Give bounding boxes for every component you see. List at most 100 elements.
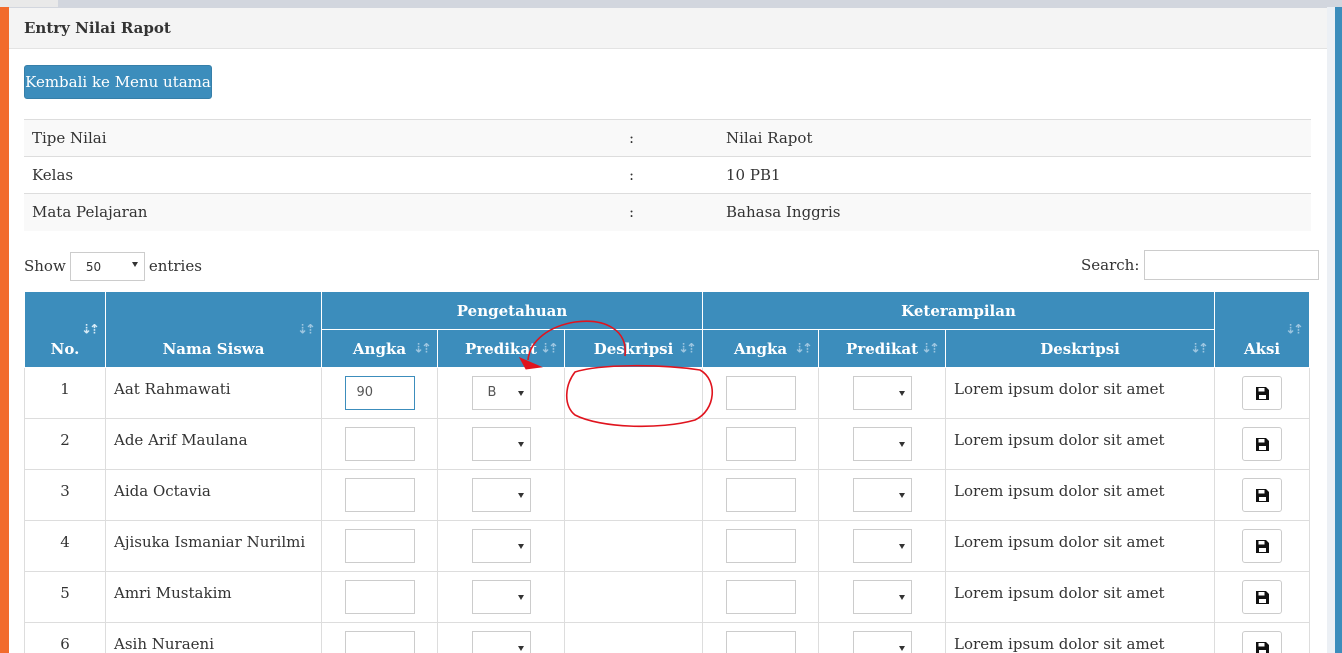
cell-p-angka <box>321 622 438 653</box>
keterampilan-angka-input[interactable] <box>725 529 796 563</box>
keterampilan-predikat-select[interactable] <box>852 631 912 653</box>
pengetahuan-predikat-select[interactable]: B <box>471 376 531 410</box>
cell-k-predikat <box>818 520 947 572</box>
entries-select[interactable]: 50 <box>69 251 145 281</box>
cell-p-predikat <box>437 571 565 623</box>
floppy-disk-icon <box>1255 386 1269 400</box>
box-header: Entry Nilai Rapot <box>9 8 1327 49</box>
student-name: Aida Octavia <box>105 469 322 521</box>
col-header-no-label: No. <box>50 339 80 358</box>
cell-k-angka <box>702 622 820 653</box>
cell-p-predikat <box>437 622 565 653</box>
col-header-aksi[interactable]: Aksi ⇣⇡ <box>1214 291 1311 368</box>
keterampilan-predikat-select[interactable] <box>852 529 912 563</box>
pengetahuan-predikat-select[interactable] <box>471 631 531 653</box>
pengetahuan-predikat-select[interactable] <box>471 427 531 461</box>
keterampilan-angka-input[interactable] <box>725 478 796 512</box>
row-number: 2 <box>24 418 106 470</box>
keterampilan-predikat-select[interactable] <box>852 376 912 410</box>
table-row: 5 Amri Mustakim Lorem ipsum dolor sit amet <box>24 571 1311 623</box>
cell-k-angka <box>702 571 820 623</box>
keterampilan-predikat-select[interactable] <box>852 427 912 461</box>
scrollbar[interactable] <box>1327 7 1342 653</box>
browser-top-strip <box>0 0 1342 7</box>
pengetahuan-angka-input[interactable] <box>344 580 415 614</box>
row-number: 5 <box>24 571 106 623</box>
save-button[interactable] <box>1242 427 1283 461</box>
keterampilan-predikat-select[interactable] <box>852 478 912 512</box>
save-button[interactable] <box>1242 529 1283 563</box>
keterampilan-angka-input[interactable] <box>725 376 796 410</box>
col-header-aksi-label: Aksi <box>1243 339 1281 358</box>
chevron-down-icon <box>517 544 524 549</box>
col-header-label: Predikat <box>465 339 537 358</box>
col-header-k-angka[interactable]: Angka ⇣⇡ <box>702 329 820 368</box>
save-button[interactable] <box>1242 376 1283 410</box>
keterampilan-deskripsi: Lorem ipsum dolor sit amet <box>945 469 1216 521</box>
pengetahuan-deskripsi <box>563 571 704 623</box>
keterampilan-angka-input[interactable] <box>725 580 796 614</box>
col-header-p-predikat[interactable]: Predikat ⇣⇡ <box>437 329 565 368</box>
col-header-nama[interactable]: Nama Siswa ⇣⇡ <box>105 291 322 368</box>
floppy-disk-icon <box>1255 590 1269 604</box>
pengetahuan-predikat-select[interactable] <box>471 478 531 512</box>
pengetahuan-deskripsi <box>563 469 704 521</box>
sort-icon: ⇣⇡ <box>921 341 940 356</box>
entries-label: entries <box>148 257 202 275</box>
cell-p-angka <box>321 469 438 521</box>
col-header-p-deskripsi[interactable]: Deskripsi ⇣⇡ <box>563 329 704 368</box>
keterampilan-predikat-select[interactable] <box>852 580 912 614</box>
chevron-down-icon <box>898 442 905 447</box>
cell-aksi <box>1214 469 1311 521</box>
sort-icon: ⇣⇡ <box>297 322 316 337</box>
entries-value: 50 <box>85 259 102 274</box>
cell-k-predikat <box>818 469 947 521</box>
col-header-p-angka[interactable]: Angka ⇣⇡ <box>321 329 438 368</box>
save-button[interactable] <box>1242 631 1283 653</box>
col-header-no[interactable]: No. ⇣⇡ <box>24 291 106 368</box>
pengetahuan-angka-input[interactable]: 90 <box>344 376 415 410</box>
pengetahuan-angka-input[interactable] <box>344 427 415 461</box>
search-control: Search: <box>1081 250 1320 280</box>
info-value: 10 PB1 <box>718 156 1311 194</box>
pengetahuan-angka-input[interactable] <box>344 478 415 512</box>
info-row: Tipe Nilai: Nilai Rapot <box>24 119 1311 157</box>
cell-p-predikat <box>437 520 565 572</box>
sort-icon: ⇣⇡ <box>1190 341 1209 356</box>
col-header-k-deskripsi[interactable]: Deskripsi ⇣⇡ <box>945 329 1216 368</box>
row-number: 4 <box>24 520 106 572</box>
sort-icon: ⇣⇡ <box>678 341 697 356</box>
chevron-down-icon <box>898 493 905 498</box>
info-label: Tipe Nilai <box>24 119 621 157</box>
col-header-k-predikat[interactable]: Predikat ⇣⇡ <box>818 329 947 368</box>
floppy-disk-icon <box>1255 437 1269 451</box>
keterampilan-angka-input[interactable] <box>725 631 796 653</box>
chevron-down-icon <box>517 391 524 396</box>
cell-k-angka <box>702 469 820 521</box>
pengetahuan-angka-input[interactable] <box>344 631 415 653</box>
info-row: Mata Pelajaran: Bahasa Inggris <box>24 193 1311 231</box>
back-to-menu-button[interactable]: Kembali ke Menu utama <box>24 65 212 99</box>
show-label: Show <box>24 257 66 275</box>
select-value: B <box>487 385 497 400</box>
cell-p-predikat <box>437 418 565 470</box>
scrollbar-thumb[interactable] <box>1335 7 1342 653</box>
pengetahuan-predikat-select[interactable] <box>471 580 531 614</box>
save-button[interactable] <box>1242 478 1283 512</box>
pengetahuan-angka-input[interactable] <box>344 529 415 563</box>
save-button[interactable] <box>1242 580 1283 614</box>
col-header-label: Angka <box>733 339 788 358</box>
pengetahuan-predikat-select[interactable] <box>471 529 531 563</box>
keterampilan-angka-input[interactable] <box>725 427 796 461</box>
chevron-down-icon <box>898 646 905 651</box>
search-label: Search: <box>1081 256 1140 274</box>
keterampilan-deskripsi: Lorem ipsum dolor sit amet <box>945 418 1216 470</box>
cell-k-predikat <box>818 571 947 623</box>
col-header-label: Deskripsi <box>593 339 674 358</box>
pengetahuan-deskripsi <box>563 418 704 470</box>
chevron-down-icon <box>898 595 905 600</box>
search-input[interactable] <box>1144 250 1320 280</box>
keterampilan-deskripsi: Lorem ipsum dolor sit amet <box>945 520 1216 572</box>
table-row: 4 Ajisuka Ismaniar Nurilmi Lorem ipsum dol… <box>24 520 1311 572</box>
info-value: Bahasa Inggris <box>718 193 1311 231</box>
